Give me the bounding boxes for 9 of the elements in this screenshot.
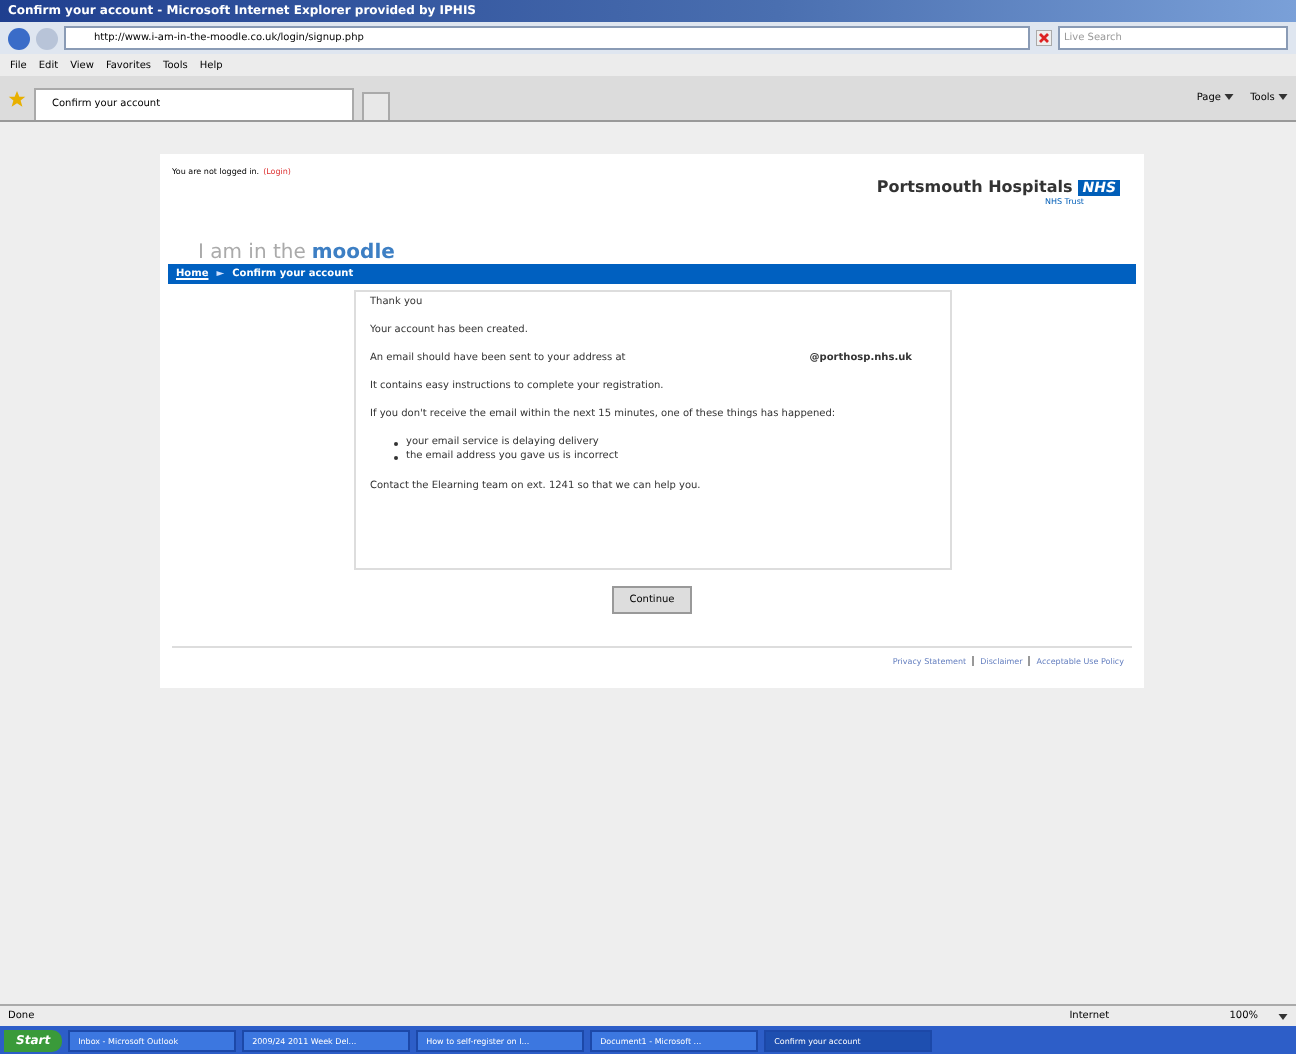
- caret-icon[interactable]: [1278, 1013, 1288, 1019]
- org-name: Portsmouth Hospitals: [876, 178, 1073, 196]
- site-logo-text: I am in the: [198, 242, 306, 264]
- caret-icon: [1278, 94, 1288, 100]
- back-button[interactable]: [8, 27, 30, 49]
- stop-icon[interactable]: [1036, 30, 1052, 46]
- site-logo-name: moodle: [311, 242, 395, 264]
- star-icon[interactable]: [8, 89, 26, 107]
- caret-icon: [1224, 94, 1235, 100]
